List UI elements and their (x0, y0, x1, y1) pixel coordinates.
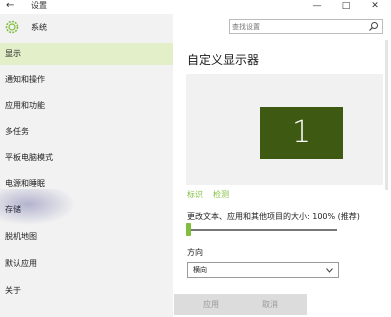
sidebar-item-apps[interactable]: 应用和功能 (0, 95, 173, 117)
close-button[interactable]: ✕ (361, 0, 389, 13)
scrollbar[interactable] (385, 40, 388, 190)
cancel-button[interactable]: 取消 (233, 294, 307, 315)
sidebar-header: 系统 (31, 23, 47, 32)
monitor-tile[interactable]: 1 (260, 107, 343, 159)
sidebar-item-display[interactable]: 显示 (0, 43, 173, 65)
scale-label: 更改文本、应用和其他项目的大小: 100% (推荐) (187, 212, 360, 221)
sidebar: 系统 显示 通知和操作 应用和功能 多任务 平板电脑模式 电源和睡眠 存储 脱机… (0, 14, 173, 317)
identify-link[interactable]: 标识 (187, 190, 203, 200)
orientation-label: 方向 (187, 248, 203, 257)
search-input[interactable] (232, 20, 360, 33)
gear-icon (5, 20, 19, 34)
detect-link[interactable]: 检测 (213, 190, 229, 200)
chevron-down-icon (326, 268, 333, 273)
orientation-select[interactable]: 横向 (187, 262, 339, 278)
search-icon[interactable] (368, 21, 379, 32)
sidebar-item-tablet-mode[interactable]: 平板电脑模式 (0, 147, 173, 169)
maximize-button[interactable]: □ (332, 0, 360, 13)
sidebar-item-about[interactable]: 关于 (0, 280, 173, 302)
search-box[interactable] (229, 19, 383, 34)
scale-slider-thumb[interactable] (186, 223, 191, 236)
orientation-value: 横向 (193, 266, 207, 274)
back-arrow-icon[interactable]: ← (6, 0, 14, 12)
sidebar-item-default-apps[interactable]: 默认应用 (0, 253, 173, 275)
sidebar-item-notifications[interactable]: 通知和操作 (0, 69, 173, 91)
page-title: 自定义显示器 (187, 53, 260, 67)
sidebar-item-multitasking[interactable]: 多任务 (0, 121, 173, 143)
window-title: 设置 (31, 1, 47, 10)
scale-slider-track[interactable] (187, 229, 337, 231)
minimize-button[interactable]: — (303, 0, 331, 13)
sidebar-item-offline-maps[interactable]: 脱机地图 (0, 226, 173, 248)
watermark-smudge (0, 189, 80, 227)
title-bar: ← 设置 — □ ✕ (0, 0, 391, 14)
